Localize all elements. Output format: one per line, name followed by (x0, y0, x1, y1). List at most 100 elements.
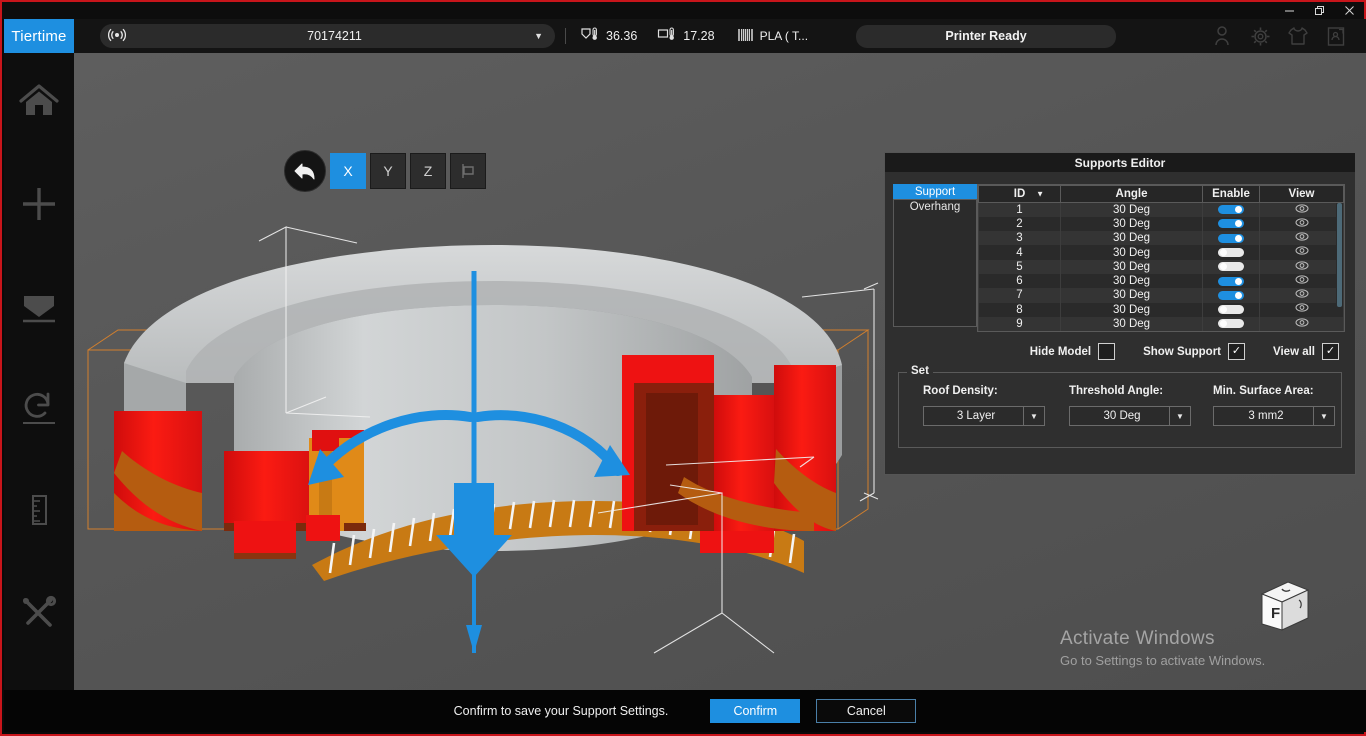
column-header-id[interactable]: ID ▼ (978, 185, 1061, 203)
enable-toggle[interactable] (1218, 262, 1244, 272)
theme-shirt-icon[interactable] (1286, 24, 1310, 48)
table-row[interactable]: 8 30 Deg (978, 302, 1344, 317)
printer-status: Printer Ready (856, 24, 1117, 48)
minimize-button[interactable] (1274, 2, 1304, 19)
table-row[interactable]: 3 30 Deg (978, 231, 1344, 246)
sidebar-item-placement[interactable] (4, 257, 74, 359)
sidebar-item-scale[interactable] (4, 461, 74, 563)
activate-windows-watermark: Activate Windows Go to Settings to activ… (1060, 628, 1310, 668)
cell-id: 5 (978, 259, 1061, 274)
tabs-filler (893, 214, 977, 327)
axis-y-button[interactable]: Y (370, 153, 406, 189)
enable-toggle[interactable] (1218, 319, 1244, 329)
table-row[interactable]: 4 30 Deg (978, 245, 1344, 260)
confirm-button[interactable]: Confirm (710, 699, 801, 723)
cell-enable[interactable] (1202, 216, 1260, 232)
cell-view[interactable] (1259, 259, 1344, 274)
cell-enable[interactable] (1202, 316, 1260, 332)
eye-icon[interactable] (1295, 318, 1309, 331)
hide-model-label: Hide Model (1029, 345, 1092, 358)
min-surface-area-select[interactable]: 3 mm2 ▼ (1213, 406, 1335, 427)
tools-icon (18, 592, 60, 637)
table-row[interactable]: 6 30 Deg (978, 273, 1344, 289)
table-row[interactable]: 2 30 Deg (978, 216, 1344, 232)
settings-gear-icon[interactable] (1248, 24, 1272, 48)
roof-density-select[interactable]: 3 Layer ▼ (923, 406, 1045, 427)
tab-overhang[interactable]: Overhang (893, 199, 977, 214)
table-row[interactable]: 7 30 Deg (978, 288, 1344, 303)
table-scrollbar[interactable] (1336, 203, 1343, 315)
cell-enable[interactable] (1202, 288, 1260, 303)
eye-icon[interactable] (1295, 303, 1309, 316)
export-print-icon[interactable] (1324, 24, 1348, 48)
enable-toggle[interactable] (1218, 305, 1244, 315)
column-header-view[interactable]: View (1259, 185, 1344, 203)
show-support-checkbox[interactable]: ✓ (1228, 343, 1246, 361)
cell-view[interactable] (1259, 245, 1344, 260)
cell-angle: 30 Deg (1060, 216, 1203, 232)
cell-view[interactable] (1259, 231, 1344, 246)
cell-view[interactable] (1259, 273, 1344, 289)
toolbar-divider (565, 28, 566, 44)
eye-icon[interactable] (1295, 289, 1309, 302)
cell-enable[interactable] (1202, 273, 1260, 289)
eye-icon[interactable] (1295, 275, 1309, 288)
roof-density-chevron-down-icon[interactable]: ▼ (1023, 407, 1044, 426)
threshold-angle-select[interactable]: 30 Deg ▼ (1069, 406, 1191, 427)
min-surface-area-chevron-down-icon[interactable]: ▼ (1313, 407, 1334, 426)
axis-mirror-button[interactable] (450, 153, 486, 189)
table-row[interactable]: 9 30 Deg (978, 316, 1344, 332)
column-header-angle[interactable]: Angle (1060, 185, 1203, 203)
cancel-button[interactable]: Cancel (816, 699, 917, 723)
eye-icon[interactable] (1295, 204, 1309, 217)
hide-model-checkbox[interactable] (1098, 343, 1116, 361)
undo-arrow-icon[interactable] (284, 150, 326, 192)
column-header-enable[interactable]: Enable (1202, 185, 1260, 203)
cell-id: 4 (978, 245, 1061, 260)
threshold-angle-chevron-down-icon[interactable]: ▼ (1169, 407, 1190, 426)
enable-toggle[interactable] (1218, 205, 1244, 215)
enable-toggle[interactable] (1218, 290, 1244, 300)
restore-button[interactable] (1304, 2, 1334, 19)
eye-icon[interactable] (1295, 218, 1309, 231)
cell-enable[interactable] (1202, 245, 1260, 260)
sort-descending-icon[interactable]: ▼ (1036, 190, 1044, 199)
eye-icon[interactable] (1295, 260, 1309, 274)
supports-table-container[interactable]: ID ▼ Angle Enable View 1 30 Deg 2 30 Deg 3 30… (977, 184, 1345, 333)
cell-enable[interactable] (1202, 231, 1260, 246)
eye-icon[interactable] (1295, 232, 1309, 245)
cell-view[interactable] (1259, 216, 1344, 232)
sidebar-item-rotate[interactable] (4, 359, 74, 461)
chevron-down-icon[interactable]: ▼ (534, 31, 543, 41)
cell-view[interactable] (1259, 316, 1344, 332)
enable-toggle[interactable] (1218, 233, 1244, 243)
close-button[interactable] (1334, 2, 1364, 19)
set-legend: Set (907, 365, 933, 378)
cell-enable[interactable] (1202, 302, 1260, 317)
sidebar-item-home[interactable] (4, 53, 74, 155)
enable-toggle[interactable] (1218, 219, 1244, 229)
cell-enable[interactable] (1202, 202, 1260, 217)
sidebar-item-tools[interactable] (4, 563, 74, 665)
sidebar-item-add[interactable] (4, 155, 74, 257)
axis-x-button[interactable]: X (330, 153, 366, 189)
eye-icon[interactable] (1295, 246, 1309, 259)
user-account-icon[interactable] (1210, 24, 1234, 48)
confirm-message: Confirm to save your Support Settings. (453, 704, 669, 718)
printer-selector[interactable]: 70174211 ▼ (100, 24, 555, 48)
tab-support[interactable]: Support (893, 184, 977, 199)
view-all-checkbox[interactable]: ✓ (1322, 343, 1339, 361)
cell-view[interactable] (1259, 288, 1344, 303)
enable-toggle[interactable] (1218, 276, 1244, 286)
material-indicator[interactable]: PLA ( T... (737, 28, 808, 45)
cell-view[interactable] (1259, 202, 1344, 217)
cell-view[interactable] (1259, 302, 1344, 317)
view-cube-face-label: F (1271, 605, 1280, 622)
enable-toggle[interactable] (1218, 248, 1244, 257)
table-row[interactable]: 1 30 Deg (978, 202, 1344, 217)
axis-z-button[interactable]: Z (410, 153, 446, 189)
cell-enable[interactable] (1202, 259, 1260, 274)
cell-id: 8 (978, 302, 1061, 317)
table-row[interactable]: 5 30 Deg (978, 259, 1344, 274)
cell-angle: 30 Deg (1060, 302, 1203, 317)
